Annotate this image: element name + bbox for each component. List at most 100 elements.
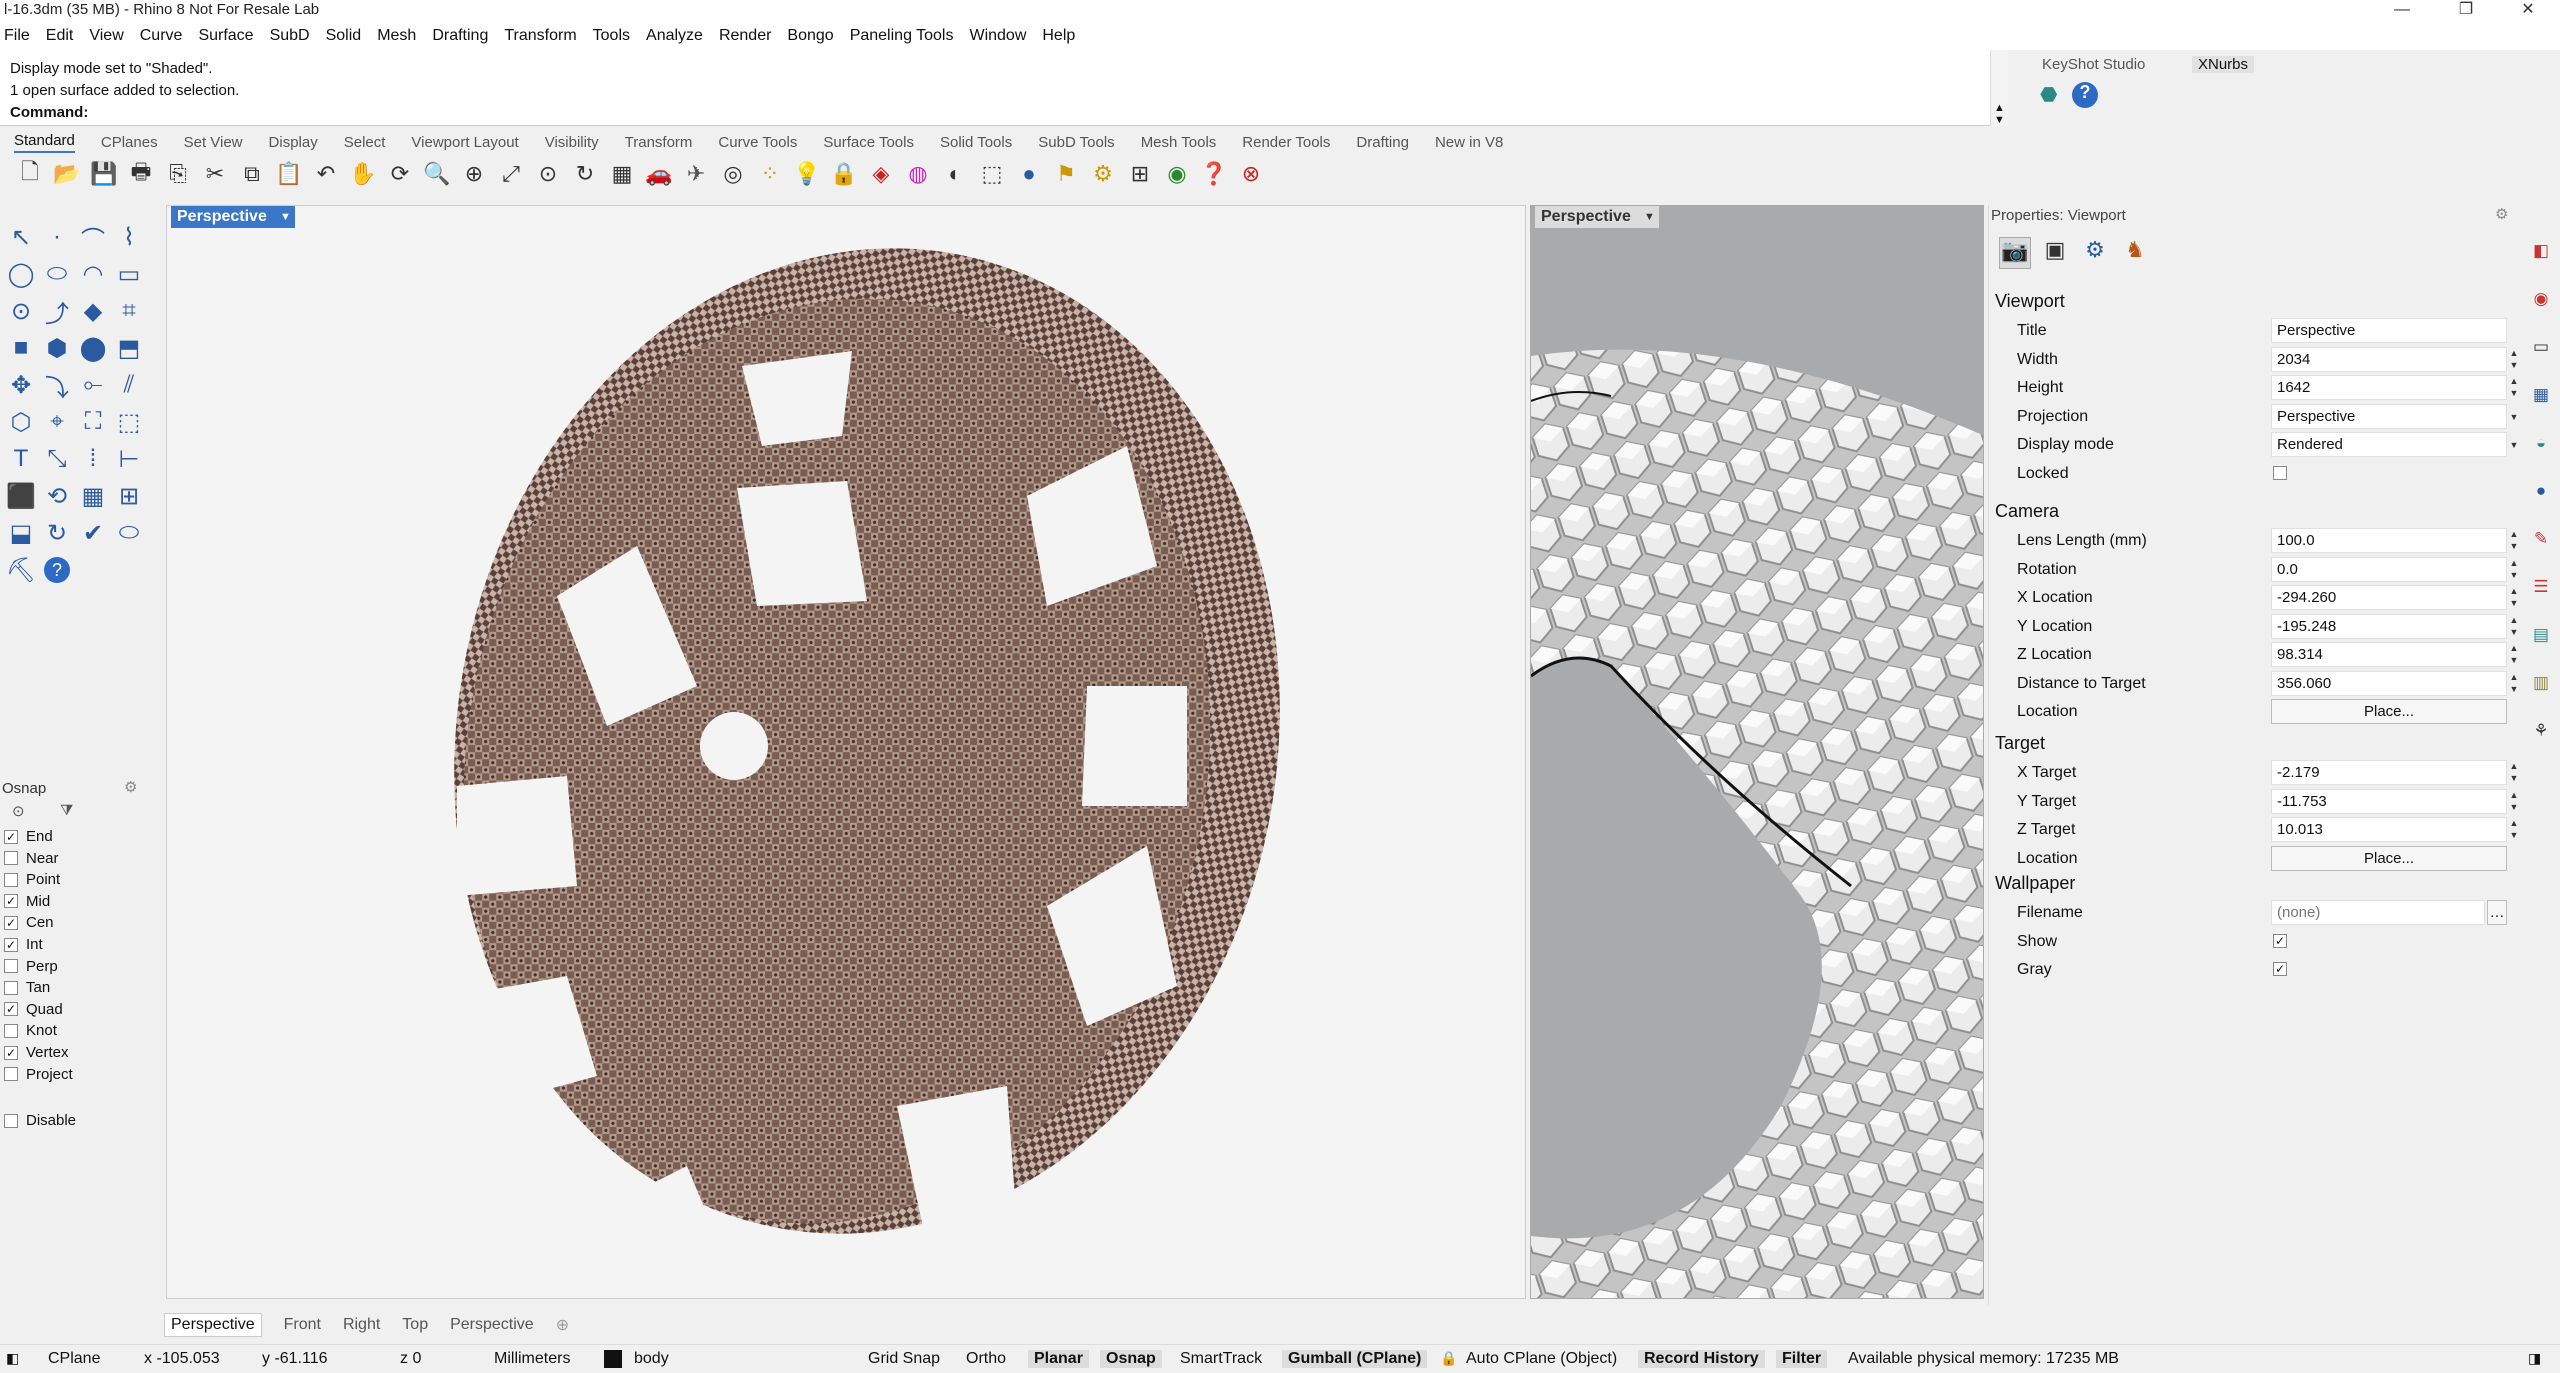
prop-value[interactable]: (none) (2271, 900, 2485, 925)
viewport-perspective-right[interactable]: Perspective ▼ (1530, 205, 1984, 1299)
display-icon[interactable]: ⬚ (976, 158, 1008, 190)
material-icon[interactable]: ⚙ (2079, 237, 2111, 269)
panel-toggle-right-icon[interactable]: ◨ (2528, 1350, 2541, 1367)
osnap-checkbox[interactable] (4, 851, 18, 866)
close-button[interactable]: ✕ (2498, 0, 2558, 22)
car-icon[interactable]: 🚗 (643, 158, 675, 190)
viewport-perspective-main[interactable]: Perspective ▼ (166, 205, 1526, 1299)
sphere-icon[interactable]: ◐ (939, 158, 971, 190)
prop-value[interactable]: Rendered (2271, 432, 2507, 457)
osnap-checkbox[interactable]: ✓ (4, 915, 18, 930)
tab-mesh-tools[interactable]: Mesh Tools (1141, 134, 1217, 151)
menu-item-curve[interactable]: Curve (140, 27, 183, 45)
pan-icon[interactable]: ✋ (347, 158, 379, 190)
lock-icon[interactable]: 🔒 (1440, 1350, 1457, 1367)
viewport-tab-top[interactable]: Top (402, 1316, 428, 1334)
osnap-mid[interactable]: ✓ Mid (4, 893, 50, 910)
tab-set-view[interactable]: Set View (184, 134, 243, 151)
zoom-window-icon[interactable]: ⊕ (458, 158, 490, 190)
status-smarttrack[interactable]: SmartTrack (1180, 1350, 1262, 1368)
osnap-target-icon[interactable]: ⊙ (12, 802, 25, 820)
tab-viewport-layout[interactable]: Viewport Layout (411, 134, 518, 151)
tab-standard[interactable]: Standard (14, 132, 75, 153)
viewport-tab-perspective-2[interactable]: Perspective (450, 1316, 534, 1334)
tab-visibility[interactable]: Visibility (545, 134, 599, 151)
osnap-end[interactable]: ✓ End (4, 828, 53, 845)
prop-value[interactable]: 100.0 (2271, 528, 2507, 553)
gear-icon[interactable]: ⚙ (1087, 158, 1119, 190)
group-icon[interactable]: ⊞ (112, 479, 146, 513)
osnap-checkbox[interactable]: ✓ (4, 829, 18, 844)
curve-edit-icon[interactable]: ⤴ (40, 294, 74, 328)
osnap-tan[interactable]: Tan (4, 979, 50, 996)
viewport-tab-front[interactable]: Front (284, 1316, 321, 1334)
xnurbs-icon[interactable]: ⬣ (2040, 82, 2066, 108)
tab-solid-tools[interactable]: Solid Tools (940, 134, 1012, 151)
spinner-icon[interactable]: ▲ ▼ (2507, 375, 2521, 400)
rotate-view-icon[interactable]: ⟳ (384, 158, 416, 190)
osnap-checkbox[interactable]: ✓ (4, 937, 18, 952)
osnap-cen[interactable]: ✓ Cen (4, 914, 54, 931)
menu-item-subd[interactable]: SubD (270, 27, 310, 45)
maximize-button[interactable]: ❐ (2436, 0, 2496, 22)
plane-icon[interactable]: ✈ (680, 158, 712, 190)
curve-icon[interactable]: ⌇ (112, 220, 146, 254)
box-icon[interactable]: ■ (4, 331, 38, 365)
status-units[interactable]: Millimeters (494, 1350, 570, 1368)
minimize-button[interactable]: — (2372, 0, 2432, 22)
osnap-checkbox[interactable]: ✓ (4, 1045, 18, 1060)
render-sphere-icon[interactable]: ● (1013, 158, 1045, 190)
osnap-checkbox[interactable] (4, 1023, 18, 1038)
arc-icon[interactable]: ◠ (76, 257, 110, 291)
spinner-icon[interactable]: ▲ ▼ (2507, 614, 2521, 639)
transform-icon[interactable]: ✥ (4, 368, 38, 402)
check-icon[interactable]: ✔ (76, 516, 110, 550)
spinner-icon[interactable]: ▲ ▼ (2507, 789, 2521, 814)
notes-icon[interactable]: ☰ (2530, 577, 2552, 599)
filter-icon[interactable]: ⧩ (60, 802, 73, 819)
flag-icon[interactable]: ⚑ (1050, 158, 1082, 190)
tab-subd-tools[interactable]: SubD Tools (1038, 134, 1114, 151)
select-icon[interactable]: ↖ (4, 220, 38, 254)
place-button[interactable]: Place... (2271, 699, 2507, 724)
menu-item-solid[interactable]: Solid (326, 27, 362, 45)
help-icon[interactable]: ❓ (1198, 158, 1230, 190)
prop-value[interactable]: 1642 (2271, 375, 2507, 400)
osnap-knot[interactable]: Knot (4, 1022, 57, 1039)
osnap-checkbox[interactable] (4, 980, 18, 995)
status-planar[interactable]: Planar (1028, 1350, 1089, 1368)
panel-toggle-icon[interactable]: ◧ (6, 1350, 19, 1367)
command-prompt[interactable]: Command: (10, 104, 88, 121)
offset-icon[interactable]: ⫽ (112, 368, 146, 402)
prop-value[interactable]: Perspective (2271, 318, 2507, 343)
tab-display[interactable]: Display (269, 134, 318, 151)
menu-item-edit[interactable]: Edit (46, 27, 74, 45)
status-gumball[interactable]: Gumball (CPlane) (1282, 1350, 1428, 1368)
osnap-checkbox[interactable] (4, 872, 18, 887)
tab-select[interactable]: Select (344, 134, 386, 151)
tab-render-tools[interactable]: Render Tools (1242, 134, 1330, 151)
environment-icon[interactable]: ◒ (2530, 433, 2552, 455)
tab-xnurbs[interactable]: XNurbs (2192, 56, 2255, 73)
circle-icon[interactable]: ◯ (4, 257, 38, 291)
dimension-icon[interactable]: ⊞ (1124, 158, 1156, 190)
layer-color-swatch[interactable] (604, 1350, 622, 1368)
prop-value[interactable]: -195.248 (2271, 613, 2507, 639)
settings-icon[interactable]: ⚘ (2530, 721, 2552, 743)
scroll-arrows-icon[interactable]: ▲ ▼ (1994, 102, 2005, 126)
osnap-point[interactable]: Point (4, 871, 60, 888)
viewport-tab-right[interactable]: Right (343, 1316, 380, 1334)
status-grid-snap[interactable]: Grid Snap (868, 1350, 940, 1368)
open-icon[interactable]: 📂 (51, 158, 83, 190)
ellipse-icon[interactable]: ⬭ (40, 257, 74, 291)
viewport-label-main[interactable]: Perspective ▼ (171, 206, 295, 228)
viewport-label-right[interactable]: Perspective ▼ (1535, 206, 1659, 228)
osnap-near[interactable]: Near (4, 850, 59, 867)
menu-item-surface[interactable]: Surface (198, 27, 253, 45)
spinner-icon[interactable]: ▲ ▼ (2507, 817, 2521, 842)
spinner-icon[interactable]: ▲ ▼ (2507, 642, 2521, 667)
osnap-perp[interactable]: Perp (4, 958, 58, 975)
menu-item-drafting[interactable]: Drafting (432, 27, 488, 45)
circle-point-icon[interactable]: ⊙ (4, 294, 38, 328)
prop-checkbox[interactable]: ✓ (2273, 962, 2287, 976)
